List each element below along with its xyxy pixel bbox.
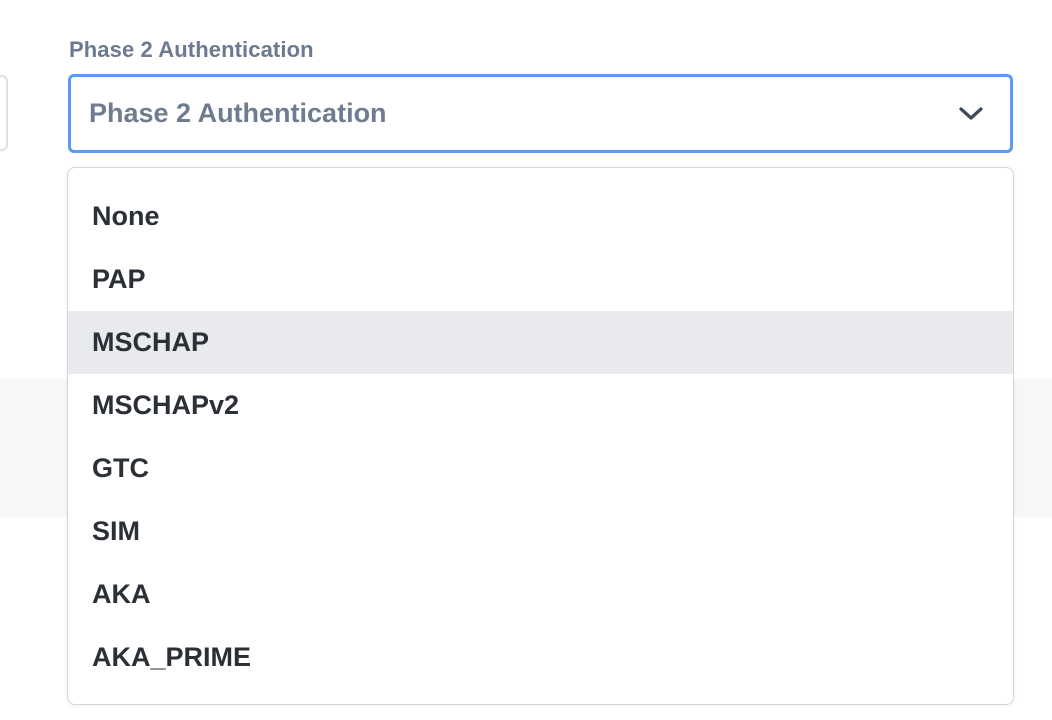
phase2-auth-label: Phase 2 Authentication — [69, 37, 314, 62]
option-pap[interactable]: PAP — [68, 248, 1013, 311]
phase2-auth-select[interactable]: Phase 2 Authentication — [68, 74, 1013, 153]
option-gtc[interactable]: GTC — [68, 437, 1013, 500]
chevron-down-icon[interactable] — [956, 99, 986, 129]
screen: Phase 2 Authentication Phase 2 Authentic… — [0, 0, 1052, 720]
dropdown-menu: None PAP MSCHAP MSCHAPv2 GTC SIM AKA AKA… — [67, 167, 1014, 705]
select-current-value: Phase 2 Authentication — [89, 98, 387, 128]
option-sim[interactable]: SIM — [68, 500, 1013, 563]
option-none[interactable]: None — [68, 185, 1013, 248]
option-mschapv2[interactable]: MSCHAPv2 — [68, 374, 1013, 437]
option-aka[interactable]: AKA — [68, 563, 1013, 626]
adjacent-input-field[interactable] — [0, 75, 8, 151]
option-aka-prime[interactable]: AKA_PRIME — [68, 626, 1013, 689]
option-mschap[interactable]: MSCHAP — [68, 311, 1013, 374]
